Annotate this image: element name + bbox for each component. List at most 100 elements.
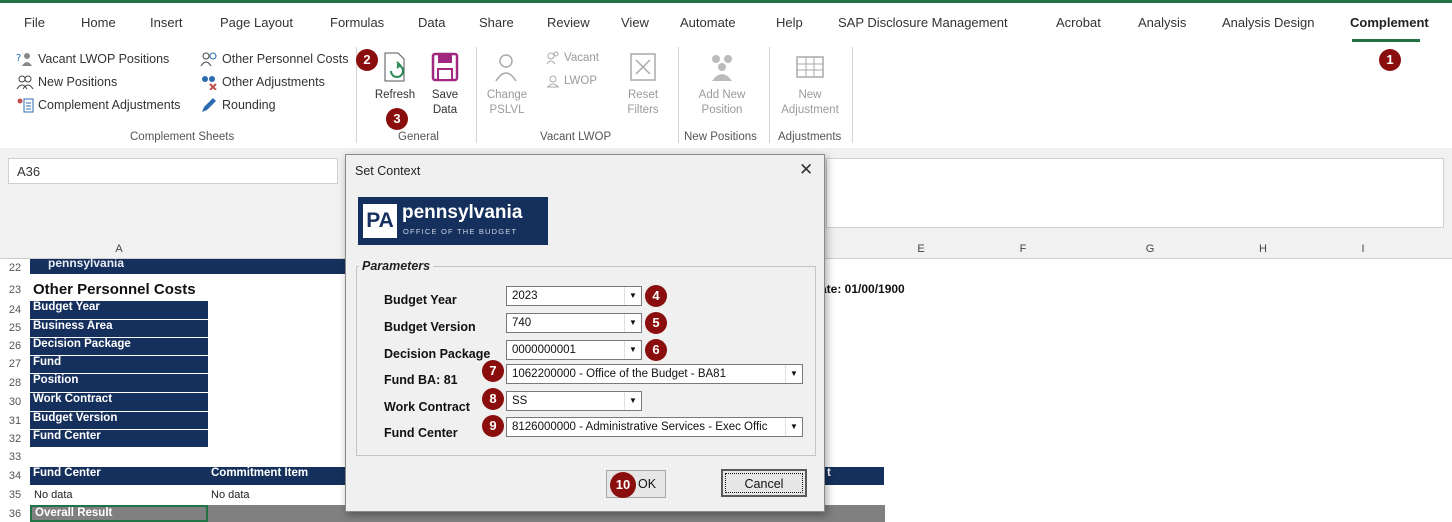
fund-center-select[interactable]: 8126000000 - Administrative Services - E…: [506, 417, 803, 437]
label-budget-version[interactable]: Budget Version: [30, 412, 208, 430]
rounding-button[interactable]: Rounding: [200, 97, 276, 113]
save-disk-icon: [431, 52, 459, 82]
label-position[interactable]: Position: [30, 374, 208, 393]
tab-help[interactable]: Help: [776, 15, 803, 30]
vacant-icon: [546, 51, 559, 65]
name-box[interactable]: A36: [8, 158, 338, 184]
tab-review[interactable]: Review: [547, 15, 590, 30]
vacant-lwop-group-label: Vacant LWOP: [540, 131, 612, 143]
save-label-line1: Save: [431, 89, 459, 101]
row-number[interactable]: 33: [0, 451, 30, 463]
row-number[interactable]: 26: [0, 340, 30, 352]
cell-no-data[interactable]: No data: [211, 489, 250, 501]
row-number[interactable]: 23: [0, 284, 30, 296]
row-number[interactable]: 31: [0, 415, 30, 427]
overall-result-cell[interactable]: Overall Result: [30, 505, 208, 522]
tab-complement[interactable]: Complement: [1350, 15, 1429, 30]
row-number[interactable]: 30: [0, 396, 30, 408]
cancel-button[interactable]: Cancel: [721, 469, 807, 497]
header-fund-center[interactable]: Fund Center: [30, 467, 208, 486]
lwop-button[interactable]: LWOP: [546, 74, 597, 88]
ribbon-separator: [769, 47, 770, 143]
row-number[interactable]: 22: [0, 262, 30, 274]
work-contract-select[interactable]: SS ▼: [506, 391, 642, 411]
ribbon-separator: [678, 47, 679, 143]
add-new-position-button[interactable]: Add New Position: [690, 51, 754, 118]
row-number[interactable]: 28: [0, 377, 30, 389]
chevron-down-icon[interactable]: ▼: [624, 287, 641, 305]
label-work-contract[interactable]: Work Contract: [30, 393, 208, 412]
close-icon[interactable]: ✕: [799, 160, 813, 180]
vacant-lwop-positions-button[interactable]: ? Vacant LWOP Positions: [16, 51, 169, 67]
label-budget-year[interactable]: Budget Year: [30, 301, 208, 320]
budget-year-value: 2023: [512, 290, 538, 302]
tab-view[interactable]: View: [621, 15, 649, 30]
ribbon-tab-bar: File Home Insert Page Layout Formulas Da…: [0, 3, 1452, 45]
chevron-down-icon[interactable]: ▼: [624, 392, 641, 410]
decision-package-label: Decision Package: [384, 347, 491, 361]
new-adjustment-label-line2: Adjustment: [781, 104, 839, 116]
budget-year-select[interactable]: 2023 ▼: [506, 286, 642, 306]
tab-analysis-design[interactable]: Analysis Design: [1222, 15, 1315, 30]
callout-badge: 3: [386, 108, 408, 130]
sheet-title: Other Personnel Costs: [33, 281, 196, 298]
complement-adjustments-label: Complement Adjustments: [38, 98, 181, 112]
column-header-i[interactable]: I: [1268, 243, 1452, 255]
other-adjustments-button[interactable]: Other Adjustments: [200, 74, 325, 90]
row-number[interactable]: 35: [0, 489, 30, 501]
callout-badge: 10: [610, 472, 636, 498]
tab-acrobat[interactable]: Acrobat: [1056, 15, 1101, 30]
header-commitment-item[interactable]: Commitment Item: [208, 467, 348, 486]
tab-sap-disclosure-management[interactable]: SAP Disclosure Management: [838, 15, 1008, 30]
cell-no-data[interactable]: No data: [34, 489, 73, 501]
reset-filters-button[interactable]: Reset Filters: [620, 51, 666, 118]
tab-page-layout[interactable]: Page Layout: [220, 15, 293, 30]
tab-share[interactable]: Share: [479, 15, 514, 30]
vacant-label: Vacant: [564, 52, 599, 64]
work-contract-value: SS: [512, 395, 528, 407]
tab-insert[interactable]: Insert: [150, 15, 183, 30]
label-decision-package[interactable]: Decision Package: [30, 338, 208, 356]
other-personnel-costs-button[interactable]: Other Personnel Costs: [200, 51, 348, 67]
chevron-down-icon[interactable]: ▼: [624, 314, 641, 332]
ribbon-separator: [852, 47, 853, 143]
tab-home[interactable]: Home: [81, 15, 116, 30]
logo-name: pennsylvania: [402, 202, 523, 223]
chevron-down-icon[interactable]: ▼: [785, 418, 802, 436]
lwop-label: LWOP: [564, 75, 598, 87]
row-number[interactable]: 32: [0, 433, 30, 445]
tab-data[interactable]: Data: [418, 15, 445, 30]
rounding-label: Rounding: [222, 98, 276, 112]
row-number[interactable]: 27: [0, 358, 30, 370]
label-business-area[interactable]: Business Area: [30, 320, 208, 338]
cancel-label: Cancel: [744, 477, 784, 491]
chevron-down-icon[interactable]: ▼: [785, 365, 802, 383]
tab-analysis[interactable]: Analysis: [1138, 15, 1186, 30]
label-fund-center[interactable]: Fund Center: [30, 430, 208, 448]
label-fund[interactable]: Fund: [30, 356, 208, 374]
chevron-down-icon[interactable]: ▼: [624, 341, 641, 359]
tab-formulas[interactable]: Formulas: [330, 15, 384, 30]
add-new-label-line2: Position: [701, 104, 743, 116]
change-label-line1: Change: [486, 89, 528, 101]
row-number[interactable]: 25: [0, 322, 30, 334]
fund-select[interactable]: 1062200000 - Office of the Budget - BA81…: [506, 364, 803, 384]
formula-input[interactable]: [826, 158, 1444, 228]
vacant-button[interactable]: Vacant: [546, 51, 599, 65]
tab-file[interactable]: File: [24, 15, 45, 30]
save-data-button[interactable]: Save Data: [424, 51, 466, 118]
callout-badge: 9: [482, 415, 504, 437]
row-number[interactable]: 36: [0, 508, 30, 520]
tab-automate[interactable]: Automate: [680, 15, 736, 30]
change-pslvl-button[interactable]: Change PSLVL: [484, 51, 530, 118]
header-trailing[interactable]: t: [824, 467, 884, 486]
row-number[interactable]: 34: [0, 470, 30, 482]
new-adjustment-button[interactable]: New Adjustment: [774, 51, 846, 118]
budget-version-select[interactable]: 740 ▼: [506, 313, 642, 333]
callout-badge: 8: [482, 388, 504, 410]
new-positions-button[interactable]: New Positions: [16, 74, 117, 90]
row-number[interactable]: 24: [0, 304, 30, 316]
column-header-a[interactable]: A: [30, 243, 208, 255]
complement-adjustments-button[interactable]: Complement Adjustments: [16, 97, 180, 113]
decision-package-select[interactable]: 0000000001 ▼: [506, 340, 642, 360]
